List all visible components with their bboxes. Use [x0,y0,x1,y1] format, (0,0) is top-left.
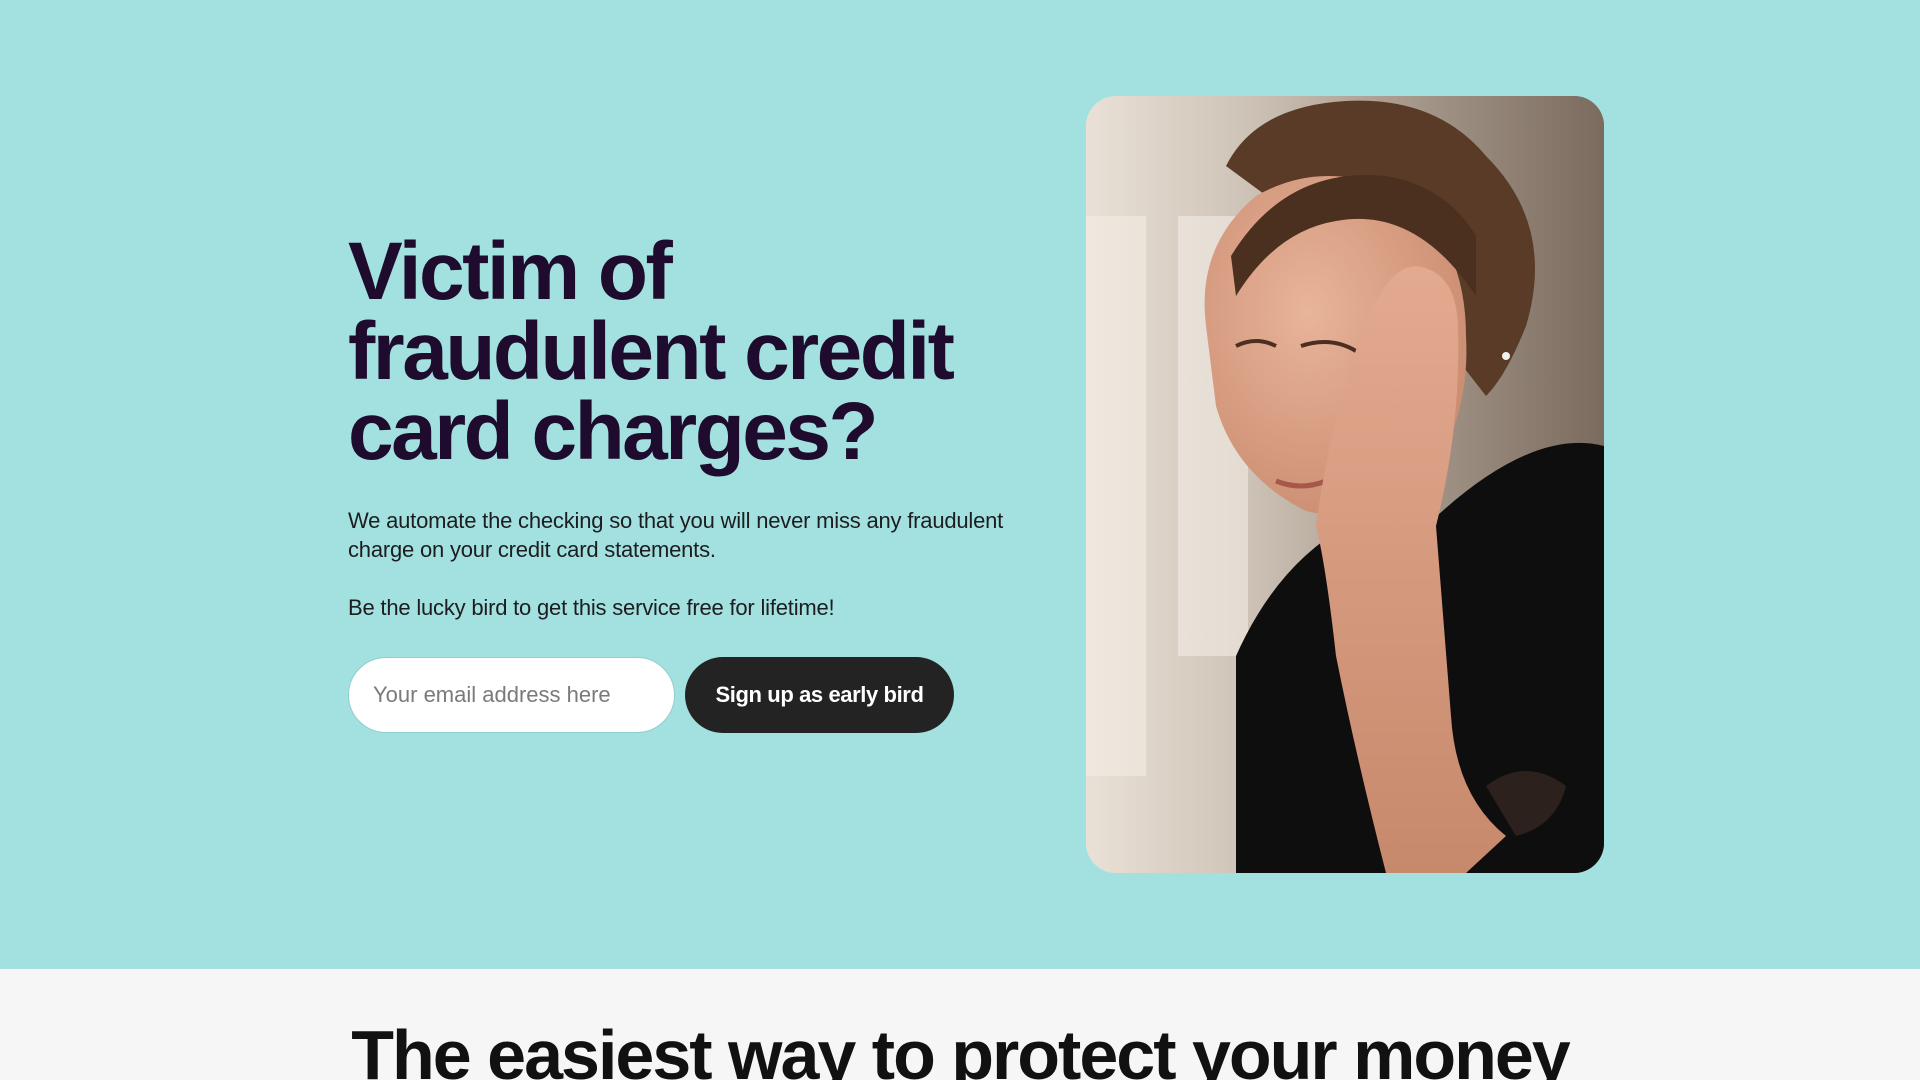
features-section: The easiest way to protect your money [0,969,1920,1080]
woman-photo-illustration [1086,96,1604,873]
section-title: The easiest way to protect your money [351,1016,1570,1080]
hero-section: Victim of fraudulent credit card charges… [0,0,1920,969]
hero-text-block: Victim of fraudulent credit card charges… [348,226,1038,622]
headline-line-1: Victim of [348,226,673,317]
promo-text: Be the lucky bird to get this service fr… [348,595,835,620]
headline-line-3: card charges? [348,386,879,477]
email-input[interactable] [348,657,675,733]
hero-photo [1086,96,1604,873]
hero-headline: Victim of fraudulent credit card charges… [348,226,1038,477]
signup-button[interactable]: Sign up as early bird [685,657,954,733]
signup-form: Sign up as early bird [348,657,954,733]
headline-line-2: fraudulent credit [348,306,955,397]
hero-description: We automate the checking so that you wil… [348,508,1004,562]
